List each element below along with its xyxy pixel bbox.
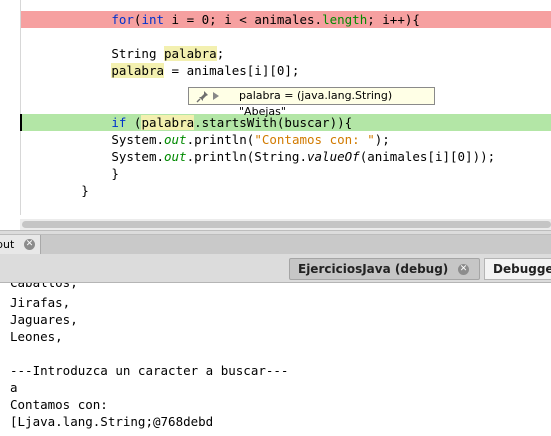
horizontal-scrollbar[interactable] — [20, 219, 551, 230]
tab-label: Debugge — [493, 262, 551, 276]
code-line-declare[interactable]: String palabra; — [21, 45, 551, 62]
code-line-println-1[interactable]: System.out.println("Contamos con: "); — [21, 131, 551, 148]
close-icon[interactable]: ✕ — [458, 264, 469, 275]
output-tab-bar: put ✕ — [0, 235, 551, 255]
code-line-close-for[interactable]: } — [21, 182, 551, 199]
console-line: a — [10, 380, 18, 395]
code-editor[interactable]: for(int i = 0; i < animales.length; i++)… — [0, 0, 551, 230]
variable-tooltip: palabra = (java.lang.String) "Abejas" — [188, 87, 435, 118]
scrollbar-thumb[interactable] — [22, 221, 551, 228]
output-tab-label: put — [0, 238, 15, 251]
session-tab-bar: EjerciciosJava (debug) ✕ Debugge — [0, 254, 551, 283]
console-line: [Ljava.lang.String;@768debd — [10, 414, 214, 429]
code-line-close-if[interactable]: } — [21, 165, 551, 182]
tooltip-text: palabra = (java.lang.String) "Abejas" — [239, 89, 393, 118]
console-line: Jirafas, — [10, 295, 71, 310]
tab-ejerciciosjava-debug[interactable]: EjerciciosJava (debug) ✕ — [289, 258, 480, 280]
console-line: Jaguares, — [10, 312, 78, 327]
pin-icon[interactable] — [196, 90, 210, 103]
code-line-for-breakpoint[interactable]: for(int i = 0; i < animales.length; i++)… — [21, 11, 551, 28]
output-console[interactable]: Caballos, Jirafas, Jaguares, Leones, ---… — [0, 283, 551, 436]
code-line-assign[interactable]: palabra = animales[i][0]; — [21, 62, 551, 79]
console-line: Caballos, — [10, 283, 78, 291]
code-line-println-2[interactable]: System.out.println(String.valueOf(animal… — [21, 148, 551, 165]
expand-arrow-icon[interactable] — [213, 92, 219, 100]
text-caret — [20, 114, 22, 131]
console-line: Contamos con: — [10, 397, 108, 412]
tab-label: EjerciciosJava (debug) — [298, 262, 449, 276]
output-tab[interactable]: put ✕ — [0, 235, 41, 254]
close-icon[interactable]: ✕ — [24, 239, 35, 250]
console-line: ---Introduzca un caracter a buscar--- — [10, 363, 289, 378]
tab-debugger-console[interactable]: Debugge — [484, 258, 551, 280]
console-line: Leones, — [10, 329, 63, 344]
